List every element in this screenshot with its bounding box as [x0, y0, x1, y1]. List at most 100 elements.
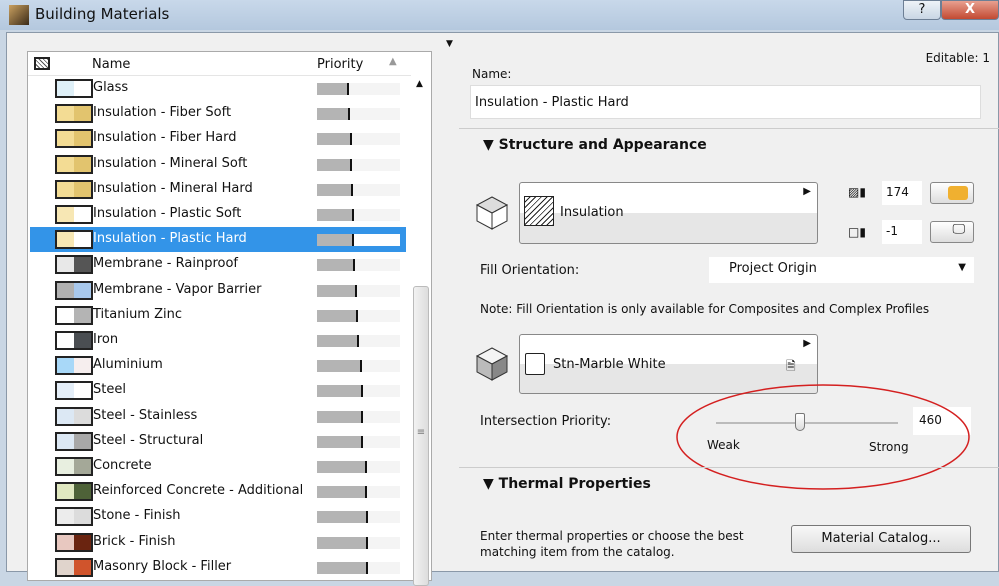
priority-bar — [317, 435, 400, 448]
priority-bar — [317, 385, 400, 398]
material-swatch — [55, 154, 93, 174]
close-button[interactable]: X — [941, 0, 999, 20]
material-name: Insulation - Mineral Soft — [93, 155, 248, 171]
thermal-title: Thermal Properties — [498, 476, 651, 492]
list-item[interactable]: Steel — [30, 378, 406, 403]
thermal-text: Enter thermal properties or choose the b… — [480, 529, 744, 559]
priority-bar — [317, 108, 400, 121]
material-name: Iron — [93, 332, 119, 347]
priority-bar — [317, 536, 400, 549]
material-catalog-button[interactable]: Material Catalog... — [791, 525, 971, 553]
material-name: Insulation - Mineral Hard — [93, 180, 253, 196]
intersection-priority-label: Intersection Priority: — [480, 414, 612, 429]
background-pen-input[interactable]: -1 — [882, 220, 922, 244]
material-swatch — [55, 457, 93, 476]
cut-fill-name: Insulation — [560, 205, 624, 220]
priority-fill — [317, 83, 350, 95]
hatch-icon — [524, 196, 554, 226]
material-name: Membrane - Vapor Barrier — [93, 281, 262, 297]
collapse-panel-icon[interactable]: ▼ — [446, 39, 453, 49]
material-name: Steel - Structural — [93, 432, 204, 448]
priority-fill — [317, 385, 363, 398]
list-item[interactable]: Membrane - Rainproof — [30, 252, 406, 277]
list-item[interactable]: Masonry Block - Filler — [30, 555, 406, 580]
monitor-icon: 🖵 — [952, 222, 965, 237]
list-item[interactable]: Aluminium — [30, 353, 406, 378]
pen-color-swatch — [948, 186, 968, 200]
editable-count: Editable: 1 — [925, 51, 990, 65]
priority-bar — [317, 486, 400, 499]
cut-fill-button[interactable]: Insulation ▶ — [519, 182, 818, 244]
priority-fill — [317, 461, 367, 473]
list-item[interactable]: Brick - Finish — [30, 530, 406, 555]
list-item[interactable]: Concrete — [30, 454, 406, 479]
priority-bar — [317, 133, 400, 146]
list-item[interactable]: Steel - Structural — [30, 429, 406, 454]
list-item[interactable]: Membrane - Vapor Barrier — [30, 278, 406, 303]
column-name[interactable]: Name — [92, 57, 130, 72]
material-name: Stone - Finish — [93, 508, 181, 524]
priority-bar — [317, 309, 400, 322]
pen-color-button[interactable] — [930, 182, 974, 204]
name-input[interactable]: Insulation - Plastic Hard — [470, 85, 981, 119]
priority-fill — [317, 234, 355, 247]
list-item[interactable]: Steel - Stainless — [30, 404, 406, 429]
priority-bar — [317, 335, 400, 347]
material-name: Concrete — [93, 458, 152, 473]
material-swatch — [55, 104, 93, 124]
priority-bar — [317, 158, 400, 171]
priority-bar — [317, 209, 400, 221]
fill-swatch-header-icon — [34, 57, 50, 70]
material-name: Steel - Stainless — [93, 407, 198, 423]
list-item[interactable]: Iron — [30, 328, 406, 353]
priority-fill — [317, 360, 362, 373]
scroll-thumb[interactable]: ≡ — [413, 286, 429, 586]
material-swatch — [55, 79, 93, 98]
chevron-down-icon: ▼ — [958, 262, 966, 273]
material-swatch — [55, 280, 93, 300]
material-swatch — [55, 532, 93, 552]
list-item[interactable]: Insulation - Plastic Hard — [30, 227, 406, 253]
list-item[interactable]: Insulation - Plastic Soft — [30, 202, 406, 227]
surface-cube-icon — [475, 347, 509, 381]
list-item[interactable]: Insulation - Fiber Hard — [30, 126, 406, 151]
list-item[interactable]: Insulation - Mineral Hard — [30, 177, 406, 202]
priority-fill — [317, 133, 352, 146]
monitor-button[interactable]: 🖵 — [930, 221, 974, 243]
material-name: Brick - Finish — [93, 533, 176, 549]
priority-bar — [317, 360, 400, 373]
scrollbar[interactable]: ▲ ≡ — [411, 76, 431, 586]
help-button[interactable]: ? — [903, 0, 941, 20]
priority-bar — [317, 183, 400, 196]
priority-fill — [317, 511, 368, 524]
materials-list: Name Priority ▲ Glass Insulation - Fiber… — [27, 51, 432, 586]
material-swatch — [55, 179, 93, 199]
list-item[interactable]: Reinforced Concrete - Additional — [30, 479, 406, 504]
thermal-section-toggle[interactable]: ▼ Thermal Properties — [483, 476, 651, 492]
structure-section-toggle[interactable]: ▼ Structure and Appearance — [483, 137, 707, 153]
priority-fill — [317, 209, 355, 221]
column-priority[interactable]: Priority — [317, 57, 363, 72]
list-item[interactable]: Glass — [30, 76, 406, 101]
structure-title: Structure and Appearance — [498, 137, 707, 153]
material-swatch — [55, 507, 93, 527]
fill-pen-input[interactable]: 174 — [882, 181, 922, 205]
fill-orientation-dropdown[interactable]: Project Origin ▼ — [709, 257, 974, 283]
material-name: Insulation - Plastic Soft — [93, 206, 242, 221]
priority-fill — [317, 309, 358, 322]
scroll-up-icon[interactable]: ▲ — [416, 79, 423, 89]
material-name: Steel — [93, 382, 126, 398]
material-swatch — [55, 431, 93, 451]
surface-info-icon: 🗎 — [786, 359, 796, 373]
priority-bar — [317, 461, 400, 473]
sort-ascending-icon[interactable]: ▲ — [389, 56, 397, 67]
list-item[interactable]: Stone - Finish — [30, 504, 406, 529]
list-item[interactable]: Insulation - Mineral Soft — [30, 152, 406, 177]
window-title: Building Materials — [35, 5, 170, 23]
list-item[interactable]: Insulation - Fiber Soft — [30, 101, 406, 126]
priority-fill — [317, 183, 353, 196]
details-panel: Editable: 1 Name: Insulation - Plastic H… — [459, 33, 999, 573]
cut-fill-cube-icon — [475, 196, 509, 230]
list-item[interactable]: Titanium Zinc — [30, 303, 406, 328]
priority-bar — [317, 83, 400, 95]
